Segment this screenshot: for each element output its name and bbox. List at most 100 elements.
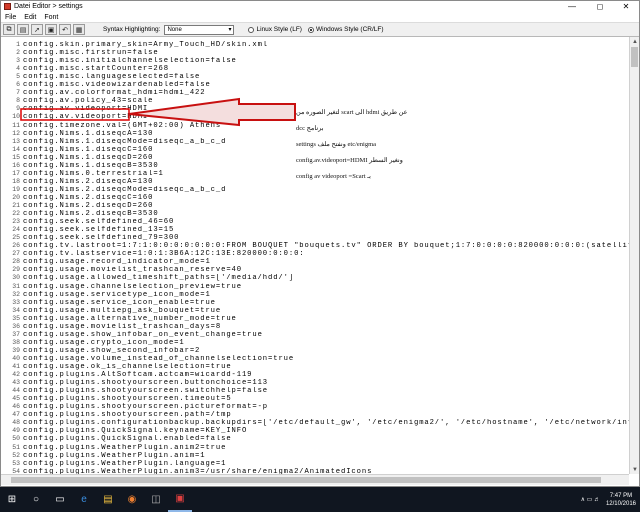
note-line: etc/enigma ونفتح ملف settings: [296, 141, 377, 148]
copy-icon[interactable]: ⧉: [3, 24, 15, 35]
code-line[interactable]: 51 config.plugins.WeatherPlugin.anim2=tru…: [1, 444, 629, 452]
code-line[interactable]: 46 config.plugins.shootyourscreen.picture…: [1, 403, 629, 411]
code-line[interactable]: 32 config.usage.servicetype_icon_mode=1: [1, 291, 629, 299]
minimize-button[interactable]: —: [559, 1, 585, 12]
syntax-value: None: [167, 26, 182, 33]
app-icon-2[interactable]: ◫: [144, 487, 168, 512]
line-text: config.av.videoport=HDMI: [23, 105, 149, 114]
hscroll-thumb[interactable]: [11, 477, 601, 483]
code-line[interactable]: 3 config.misc.initialchannelselection=fal…: [1, 57, 629, 65]
scroll-down-icon[interactable]: ▼: [630, 465, 640, 474]
floppy-icon[interactable]: ▦: [73, 24, 85, 35]
code-line[interactable]: 30 config.usage.allowed_timeshift_paths=[…: [1, 274, 629, 282]
menu-font[interactable]: Font: [40, 14, 62, 21]
code-line[interactable]: 28 config.usage.record_indicator_mode=1: [1, 258, 629, 266]
close-button[interactable]: ✕: [613, 1, 639, 12]
line-text: config.av.policy_43=scale: [23, 97, 154, 106]
code-line[interactable]: 24 config.seek.selfdefined_13=15: [1, 226, 629, 234]
folder-icon[interactable]: ▤: [96, 487, 120, 512]
code-line[interactable]: 43 config.plugins.shootyourscreen.buttonc…: [1, 379, 629, 387]
line-number: 52: [12, 451, 20, 459]
code-line[interactable]: 19 config.Nims.2.diseqcMode=diseqc_a_b_c_…: [1, 186, 629, 194]
line-number: 21: [12, 202, 20, 209]
firefox-icon[interactable]: ◉: [120, 487, 144, 512]
code-line[interactable]: 41 config.usage.ok_is_channelselection=tr…: [1, 363, 629, 371]
search-icon[interactable]: ○: [24, 487, 48, 512]
code-line[interactable]: 1 config.skin.primary_skin=Army_Touch_HD/…: [1, 41, 629, 49]
code-line[interactable]: 7 config.av.colorformat_hdmi=hdmi_422: [1, 89, 629, 97]
tray-icons[interactable]: ∧ ▭ ♬: [581, 496, 600, 503]
code-line[interactable]: 29 config.usage.movielist_trashcan_reserv…: [1, 266, 629, 274]
line-number: 47: [12, 411, 20, 419]
clock[interactable]: 7:47 PM 12/10/2016: [606, 492, 636, 508]
code-line[interactable]: 31 config.usage.channelselection_preview=…: [1, 283, 629, 291]
code-line[interactable]: 44 config.plugins.shootyourscreen.switchh…: [1, 387, 629, 395]
code-line[interactable]: 23 config.seek.selfdefined_46=60: [1, 218, 629, 226]
cursor-icon[interactable]: ➚: [31, 24, 43, 35]
task-view-icon[interactable]: ▭: [48, 487, 72, 512]
syntax-select[interactable]: None ▾: [164, 24, 235, 35]
line-text: config.usage.show_second_infobar=2: [23, 346, 201, 355]
horizontal-scrollbar[interactable]: [1, 474, 629, 485]
code-line[interactable]: 4 config.misc.startCounter=268: [1, 65, 629, 73]
code-line[interactable]: 27 config.tv.lastservice=1:0:1:3B6A:12C:1…: [1, 250, 629, 258]
code-line[interactable]: 52 config.plugins.WeatherPlugin.anim=1: [1, 452, 629, 460]
line-text: config.seek.selfdefined_46=60: [23, 218, 175, 227]
code-line[interactable]: 36 config.usage.movielist_trashcan_days=8: [1, 323, 629, 331]
code-line[interactable]: 20 config.Nims.2.diseqcC=160: [1, 194, 629, 202]
save-icon[interactable]: ▣: [45, 24, 57, 35]
line-text: config.misc.startCounter=268: [23, 65, 169, 74]
system-tray: ∧ ▭ ♬ 7:47 PM 12/10/2016: [581, 487, 636, 512]
text-editor[interactable]: 1 config.skin.primary_skin=Army_Touch_HD/…: [1, 37, 629, 474]
code-line[interactable]: 37 config.usage.show_infobar_on_event_cha…: [1, 331, 629, 339]
editor-taskbar-icon[interactable]: ▣: [168, 487, 192, 512]
line-number: 53: [12, 459, 20, 467]
line-number: 26: [12, 242, 20, 250]
code-line[interactable]: 48 config.plugins.configurationbackup.bac…: [1, 419, 629, 427]
linux-style-radio[interactable]: Linux Style (LF): [248, 26, 302, 33]
edge-icon[interactable]: e: [72, 487, 96, 512]
code-line[interactable]: 6 config.misc.videowizardenabled=false: [1, 81, 629, 89]
line-text: config.Nims.0.terrestrial=1: [23, 169, 164, 178]
paste-icon[interactable]: ▤: [17, 24, 29, 35]
menu-edit[interactable]: Edit: [20, 14, 40, 21]
undo-icon[interactable]: ↶: [59, 24, 71, 35]
code-line[interactable]: 33 config.usage.service_icon_enable=true: [1, 299, 629, 307]
code-line[interactable]: 21 config.Nims.2.diseqcD=260: [1, 202, 629, 210]
scroll-up-icon[interactable]: ▲: [630, 37, 640, 46]
start-icon[interactable]: ⊞: [0, 487, 24, 512]
code-line[interactable]: 39 config.usage.show_second_infobar=2: [1, 347, 629, 355]
code-line[interactable]: 45 config.plugins.shootyourscreen.timeout…: [1, 395, 629, 403]
code-line[interactable]: 35 config.usage.alternative_number_mode=t…: [1, 315, 629, 323]
line-number: 28: [12, 258, 20, 266]
line-text: config.usage.channelselection_preview=tr…: [23, 282, 242, 291]
scroll-thumb[interactable]: [631, 47, 638, 67]
code-line[interactable]: 34 config.usage.multiepg_ask_bouquet=true: [1, 307, 629, 315]
maximize-button[interactable]: ◻: [587, 1, 613, 12]
code-line[interactable]: 5 config.misc.languageselected=false: [1, 73, 629, 81]
line-text: config.usage.allowed_timeshift_paths=['/…: [23, 274, 295, 283]
code-line[interactable]: 53 config.plugins.WeatherPlugin.language=…: [1, 460, 629, 468]
line-text: config.usage.movielist_trashcan_days=8: [23, 322, 222, 331]
code-line[interactable]: 26 config.tv.lastroot=1:7:1:0:0:0:0:0:0:0…: [1, 242, 629, 250]
code-line[interactable]: 50 config.plugins.QuickSignal.enabled=fal…: [1, 435, 629, 443]
line-number: 43: [12, 379, 20, 387]
code-line[interactable]: 49 config.plugins.QuickSignal.keyname=KEY…: [1, 427, 629, 435]
code-line[interactable]: 25 config.seek.selfdefined_79=300: [1, 234, 629, 242]
annotation-note: عن طريق hdmi الى scart لتغير الصوره من ب…: [296, 105, 416, 185]
code-line[interactable]: 38 config.usage.crypto_icon_mode=1: [1, 339, 629, 347]
code-line[interactable]: 47 config.plugins.shootyourscreen.path=/t…: [1, 411, 629, 419]
line-number: 12: [12, 129, 20, 137]
line-text: config.Nims.1.diseqcD=260: [23, 153, 154, 162]
vertical-scrollbar[interactable]: ▲ ▼: [629, 37, 639, 474]
line-number: 36: [12, 322, 20, 330]
menu-file[interactable]: File: [1, 14, 20, 21]
title-bar[interactable]: Datei Editor > settings — ◻ ✕: [1, 1, 639, 12]
code-line[interactable]: 42 config.plugins.AltSoftcam.actcam=wicar…: [1, 371, 629, 379]
line-number: 37: [12, 330, 20, 338]
menu-bar: File Edit Font: [1, 12, 639, 22]
code-line[interactable]: 40 config.usage.volume_instead_of_channel…: [1, 355, 629, 363]
windows-style-radio[interactable]: Windows Style (CR/LF): [307, 26, 384, 33]
code-line[interactable]: 2 config.misc.firstrun=false: [1, 49, 629, 57]
code-line[interactable]: 22 config.Nims.2.diseqcB=3530: [1, 210, 629, 218]
